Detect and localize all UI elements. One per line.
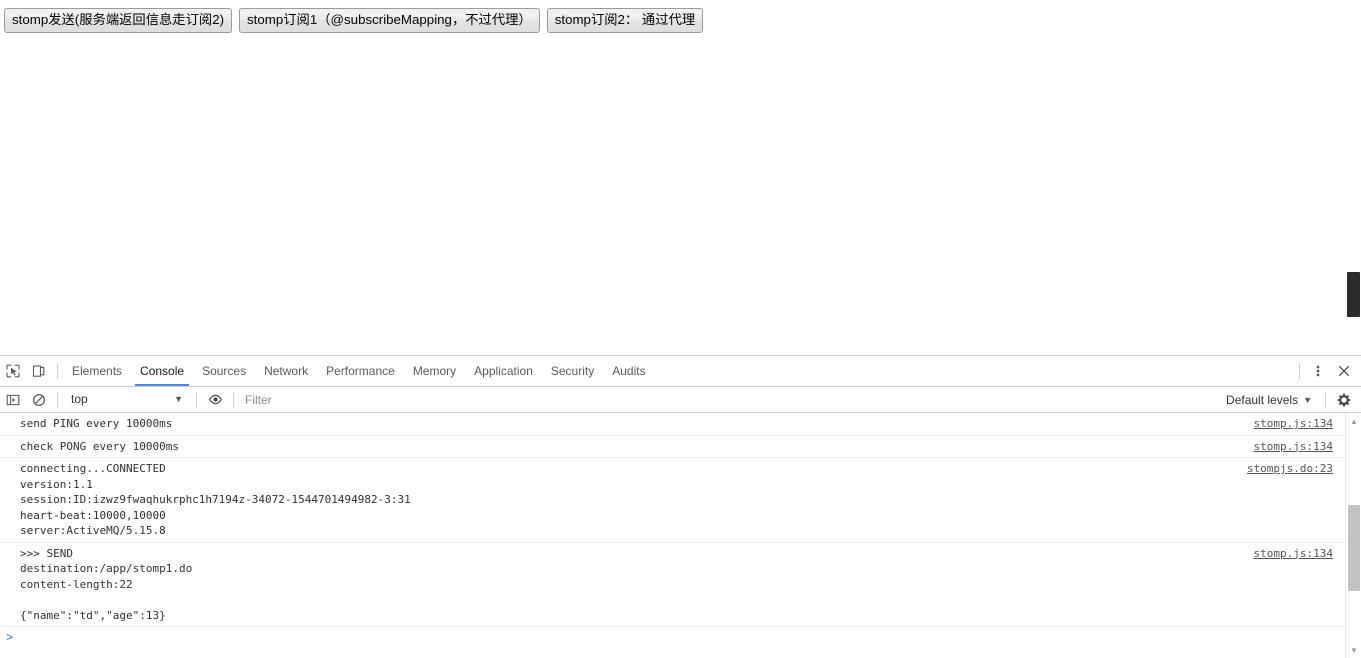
console-message-text: check PONG every 10000ms xyxy=(20,439,179,453)
log-levels-select[interactable]: Default levels ▼ xyxy=(1220,393,1320,407)
chevron-down-icon: ▼ xyxy=(174,394,183,404)
console-filter-input[interactable] xyxy=(239,389,1221,410)
filterbar-divider-3 xyxy=(233,391,234,408)
console-message-source-link[interactable]: stomp.js:134 xyxy=(1254,439,1333,455)
console-sidebar-icon[interactable] xyxy=(0,387,26,413)
filterbar-divider-1 xyxy=(57,391,58,408)
console-message-text: >>> SEND destination:/app/stomp1.do cont… xyxy=(20,546,193,622)
console-scrollbar-thumb[interactable] xyxy=(1348,505,1360,591)
console-message-source-link[interactable]: stomp.js:134 xyxy=(1254,546,1333,562)
live-expression-icon[interactable] xyxy=(202,387,228,413)
clear-console-icon[interactable] xyxy=(26,387,52,413)
device-toolbar-icon[interactable] xyxy=(26,358,52,384)
console-message-text: connecting...CONNECTED version:1.1 sessi… xyxy=(20,462,411,537)
more-options-icon[interactable] xyxy=(1305,358,1331,384)
log-levels-value: Default levels xyxy=(1226,392,1299,407)
tab-performance[interactable]: Performance xyxy=(317,357,404,386)
tab-elements[interactable]: Elements xyxy=(63,357,131,386)
scroll-down-arrow-icon[interactable]: ▼ xyxy=(1346,642,1361,658)
tab-console[interactable]: Console xyxy=(131,357,193,386)
inspect-element-icon[interactable] xyxy=(0,358,26,384)
toolbar-divider-right xyxy=(1299,363,1300,379)
tab-network[interactable]: Network xyxy=(255,357,317,386)
devtools-panel: Elements Console Sources Network Perform… xyxy=(0,355,1361,658)
devtools-tabbar: Elements Console Sources Network Perform… xyxy=(0,356,1361,387)
page-scrollbar[interactable] xyxy=(1346,0,1361,355)
console-prompt-input[interactable] xyxy=(19,630,1361,645)
stomp-send-button[interactable]: stomp发送(服务端返回信息走订阅2) xyxy=(4,8,233,33)
tab-security[interactable]: Security xyxy=(542,357,603,386)
stomp-subscribe2-button[interactable]: stomp订阅2： 通过代理 xyxy=(546,8,704,33)
console-message-row[interactable]: check PONG every 10000ms stomp.js:134 xyxy=(0,436,1361,458)
execution-context-select[interactable]: top ▼ xyxy=(63,389,191,410)
close-devtools-icon[interactable] xyxy=(1331,358,1357,384)
filterbar-divider-2 xyxy=(196,391,197,408)
devtools-tabbar-actions xyxy=(1294,358,1361,384)
scroll-up-arrow-icon[interactable]: ▲ xyxy=(1346,413,1361,429)
tab-memory[interactable]: Memory xyxy=(404,357,465,386)
chevron-down-icon-levels: ▼ xyxy=(1303,394,1312,405)
filterbar-actions xyxy=(1320,387,1361,413)
filterbar-divider-4 xyxy=(1325,391,1326,408)
console-prompt-caret-icon: > xyxy=(6,630,14,644)
execution-context-value: top xyxy=(71,392,88,406)
page-button-bar: stomp发送(服务端返回信息走订阅2) stomp订阅1（@subscribe… xyxy=(4,8,704,33)
console-message-row[interactable]: >>> SEND destination:/app/stomp1.do cont… xyxy=(0,543,1361,627)
console-message-source-link[interactable]: stomp.js:134 xyxy=(1254,416,1333,432)
console-output: send PING every 10000ms stomp.js:134 che… xyxy=(0,413,1361,658)
tab-sources[interactable]: Sources xyxy=(193,357,255,386)
console-message-row[interactable]: connecting...CONNECTED version:1.1 sessi… xyxy=(0,458,1361,543)
tab-audits[interactable]: Audits xyxy=(603,357,654,386)
console-message-row[interactable]: send PING every 10000ms stomp.js:134 xyxy=(0,413,1361,436)
toolbar-divider xyxy=(57,363,58,379)
console-message-source-link[interactable]: stompjs.do:23 xyxy=(1247,461,1333,477)
web-page-content: stomp发送(服务端返回信息走订阅2) stomp订阅1（@subscribe… xyxy=(0,0,1361,355)
tab-application[interactable]: Application xyxy=(465,357,542,386)
stomp-subscribe1-button[interactable]: stomp订阅1（@subscribeMapping，不过代理） xyxy=(239,8,540,33)
console-message-text: send PING every 10000ms xyxy=(20,417,173,430)
console-scrollbar[interactable]: ▲ ▼ xyxy=(1345,413,1361,658)
page-scrollbar-thumb[interactable] xyxy=(1347,272,1360,317)
console-prompt-row[interactable]: > xyxy=(0,627,1361,648)
settings-gear-icon[interactable] xyxy=(1331,387,1357,413)
console-filter-toolbar: top ▼ Default levels ▼ xyxy=(0,387,1361,413)
